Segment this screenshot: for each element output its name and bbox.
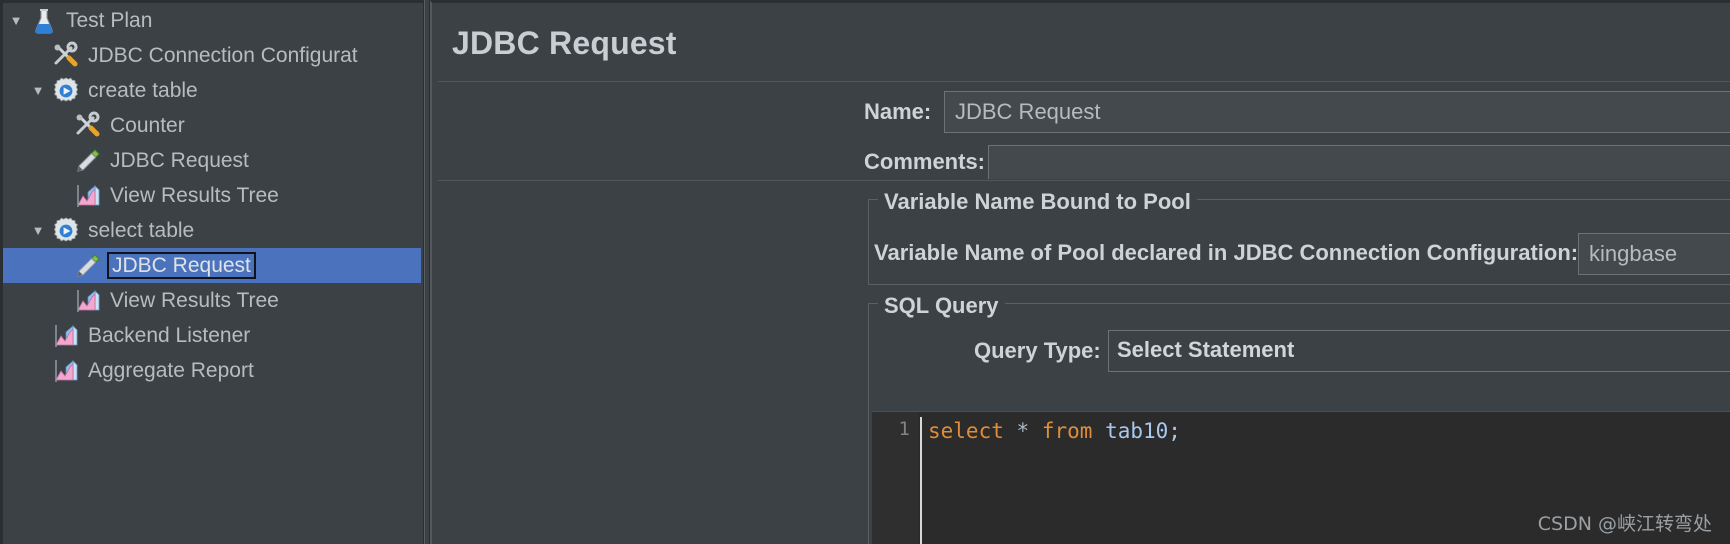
comments-label: Comments: [864, 149, 986, 174]
chevron-down-icon[interactable]: ▼ [25, 224, 51, 237]
pool-variable-label: Variable Name of Pool declared in JDBC C… [874, 240, 1579, 265]
tree-item-label: create table [88, 78, 198, 102]
tree-leaf-spacer [47, 259, 73, 272]
test-plan-flask-icon [29, 6, 59, 36]
test-plan-tree[interactable]: ▼ Test Plan JDBC Connection Configurat ▼ cr… [3, 3, 421, 541]
sql-token-plain [1004, 419, 1017, 443]
jdbc-request-panel: JDBC Request Name: Comments: Variable Na… [430, 0, 1730, 544]
variable-pool-group-title: Variable Name Bound to Pool [878, 189, 1197, 215]
tree-item-jdbc-connection-configurat[interactable]: JDBC Connection Configurat [3, 38, 421, 73]
listener-chart-icon [73, 181, 103, 211]
sql-token-keyword: select [928, 419, 1004, 443]
name-input[interactable] [944, 91, 1730, 133]
sql-query-group-title: SQL Query [878, 293, 1005, 319]
tree-leaf-spacer [25, 364, 51, 377]
tree-item-label: JDBC Request [110, 148, 249, 172]
sql-token-plain [1092, 419, 1105, 443]
config-element-tools-icon [51, 41, 81, 71]
page-title: JDBC Request [452, 25, 677, 61]
tree-item-jdbc-request[interactable]: JDBC Request [3, 248, 421, 283]
thread-group-gear-icon [51, 76, 81, 106]
sql-token-identifier: tab10 [1105, 419, 1169, 443]
name-label: Name: [864, 99, 932, 124]
text-caret [920, 417, 922, 544]
tree-item-label: Backend Listener [88, 323, 251, 347]
tree-item-label: Aggregate Report [88, 358, 254, 382]
tree-item-label: Test Plan [66, 8, 153, 32]
listener-chart-icon [51, 356, 81, 386]
tree-item-select-table[interactable]: ▼ select table [3, 213, 421, 248]
tree-item-view-results-tree[interactable]: View Results Tree [3, 178, 421, 213]
tree-item-label: View Results Tree [110, 183, 279, 207]
sampler-pipette-icon [73, 146, 103, 176]
tree-item-jdbc-request[interactable]: JDBC Request [3, 143, 421, 178]
query-type-label: Query Type: [974, 338, 1101, 363]
pool-variable-input[interactable] [1578, 233, 1730, 275]
chevron-down-icon[interactable]: ▼ [3, 14, 29, 27]
tree-leaf-spacer [47, 189, 73, 202]
chevron-down-icon[interactable]: ▼ [25, 84, 51, 97]
tree-item-counter[interactable]: Counter [3, 108, 421, 143]
sql-token-keyword: from [1041, 419, 1093, 443]
query-type-dropdown[interactable]: Select Statement [1108, 330, 1730, 372]
tree-item-backend-listener[interactable]: Backend Listener [3, 318, 421, 353]
listener-chart-icon [73, 286, 103, 316]
comments-input[interactable] [988, 145, 1730, 179]
editor-line-gutter: 1 [872, 412, 918, 544]
tree-leaf-spacer [25, 329, 51, 342]
test-plan-tree-panel: ▼ Test Plan JDBC Connection Configurat ▼ cr… [0, 0, 424, 544]
tree-item-aggregate-report[interactable]: Aggregate Report [3, 353, 421, 388]
tree-leaf-spacer [25, 49, 51, 62]
tree-item-label: JDBC Request [107, 251, 256, 280]
sampler-pipette-icon [73, 251, 103, 281]
csdn-watermark: CSDN @峡江转弯处 [1537, 513, 1712, 535]
jmeter-window: ▼ Test Plan JDBC Connection Configurat ▼ cr… [0, 0, 1730, 544]
tree-item-label: select table [88, 218, 195, 242]
tree-item-label: Counter [110, 113, 185, 137]
sql-token-punctuation: ; [1168, 419, 1181, 443]
tree-item-view-results-tree[interactable]: View Results Tree [3, 283, 421, 318]
sql-token-plain [1029, 419, 1042, 443]
tree-item-label: JDBC Connection Configurat [88, 43, 358, 67]
sql-token-operator: * [1016, 419, 1030, 443]
tree-leaf-spacer [47, 294, 73, 307]
tree-leaf-spacer [47, 154, 73, 167]
tree-item-label: View Results Tree [110, 288, 279, 312]
tree-item-create-table[interactable]: ▼ create table [3, 73, 421, 108]
tree-leaf-spacer [47, 119, 73, 132]
listener-chart-icon [51, 321, 81, 351]
thread-group-gear-icon [51, 216, 81, 246]
tree-item-test-plan[interactable]: ▼ Test Plan [3, 3, 421, 38]
config-element-tools-icon [73, 111, 103, 141]
